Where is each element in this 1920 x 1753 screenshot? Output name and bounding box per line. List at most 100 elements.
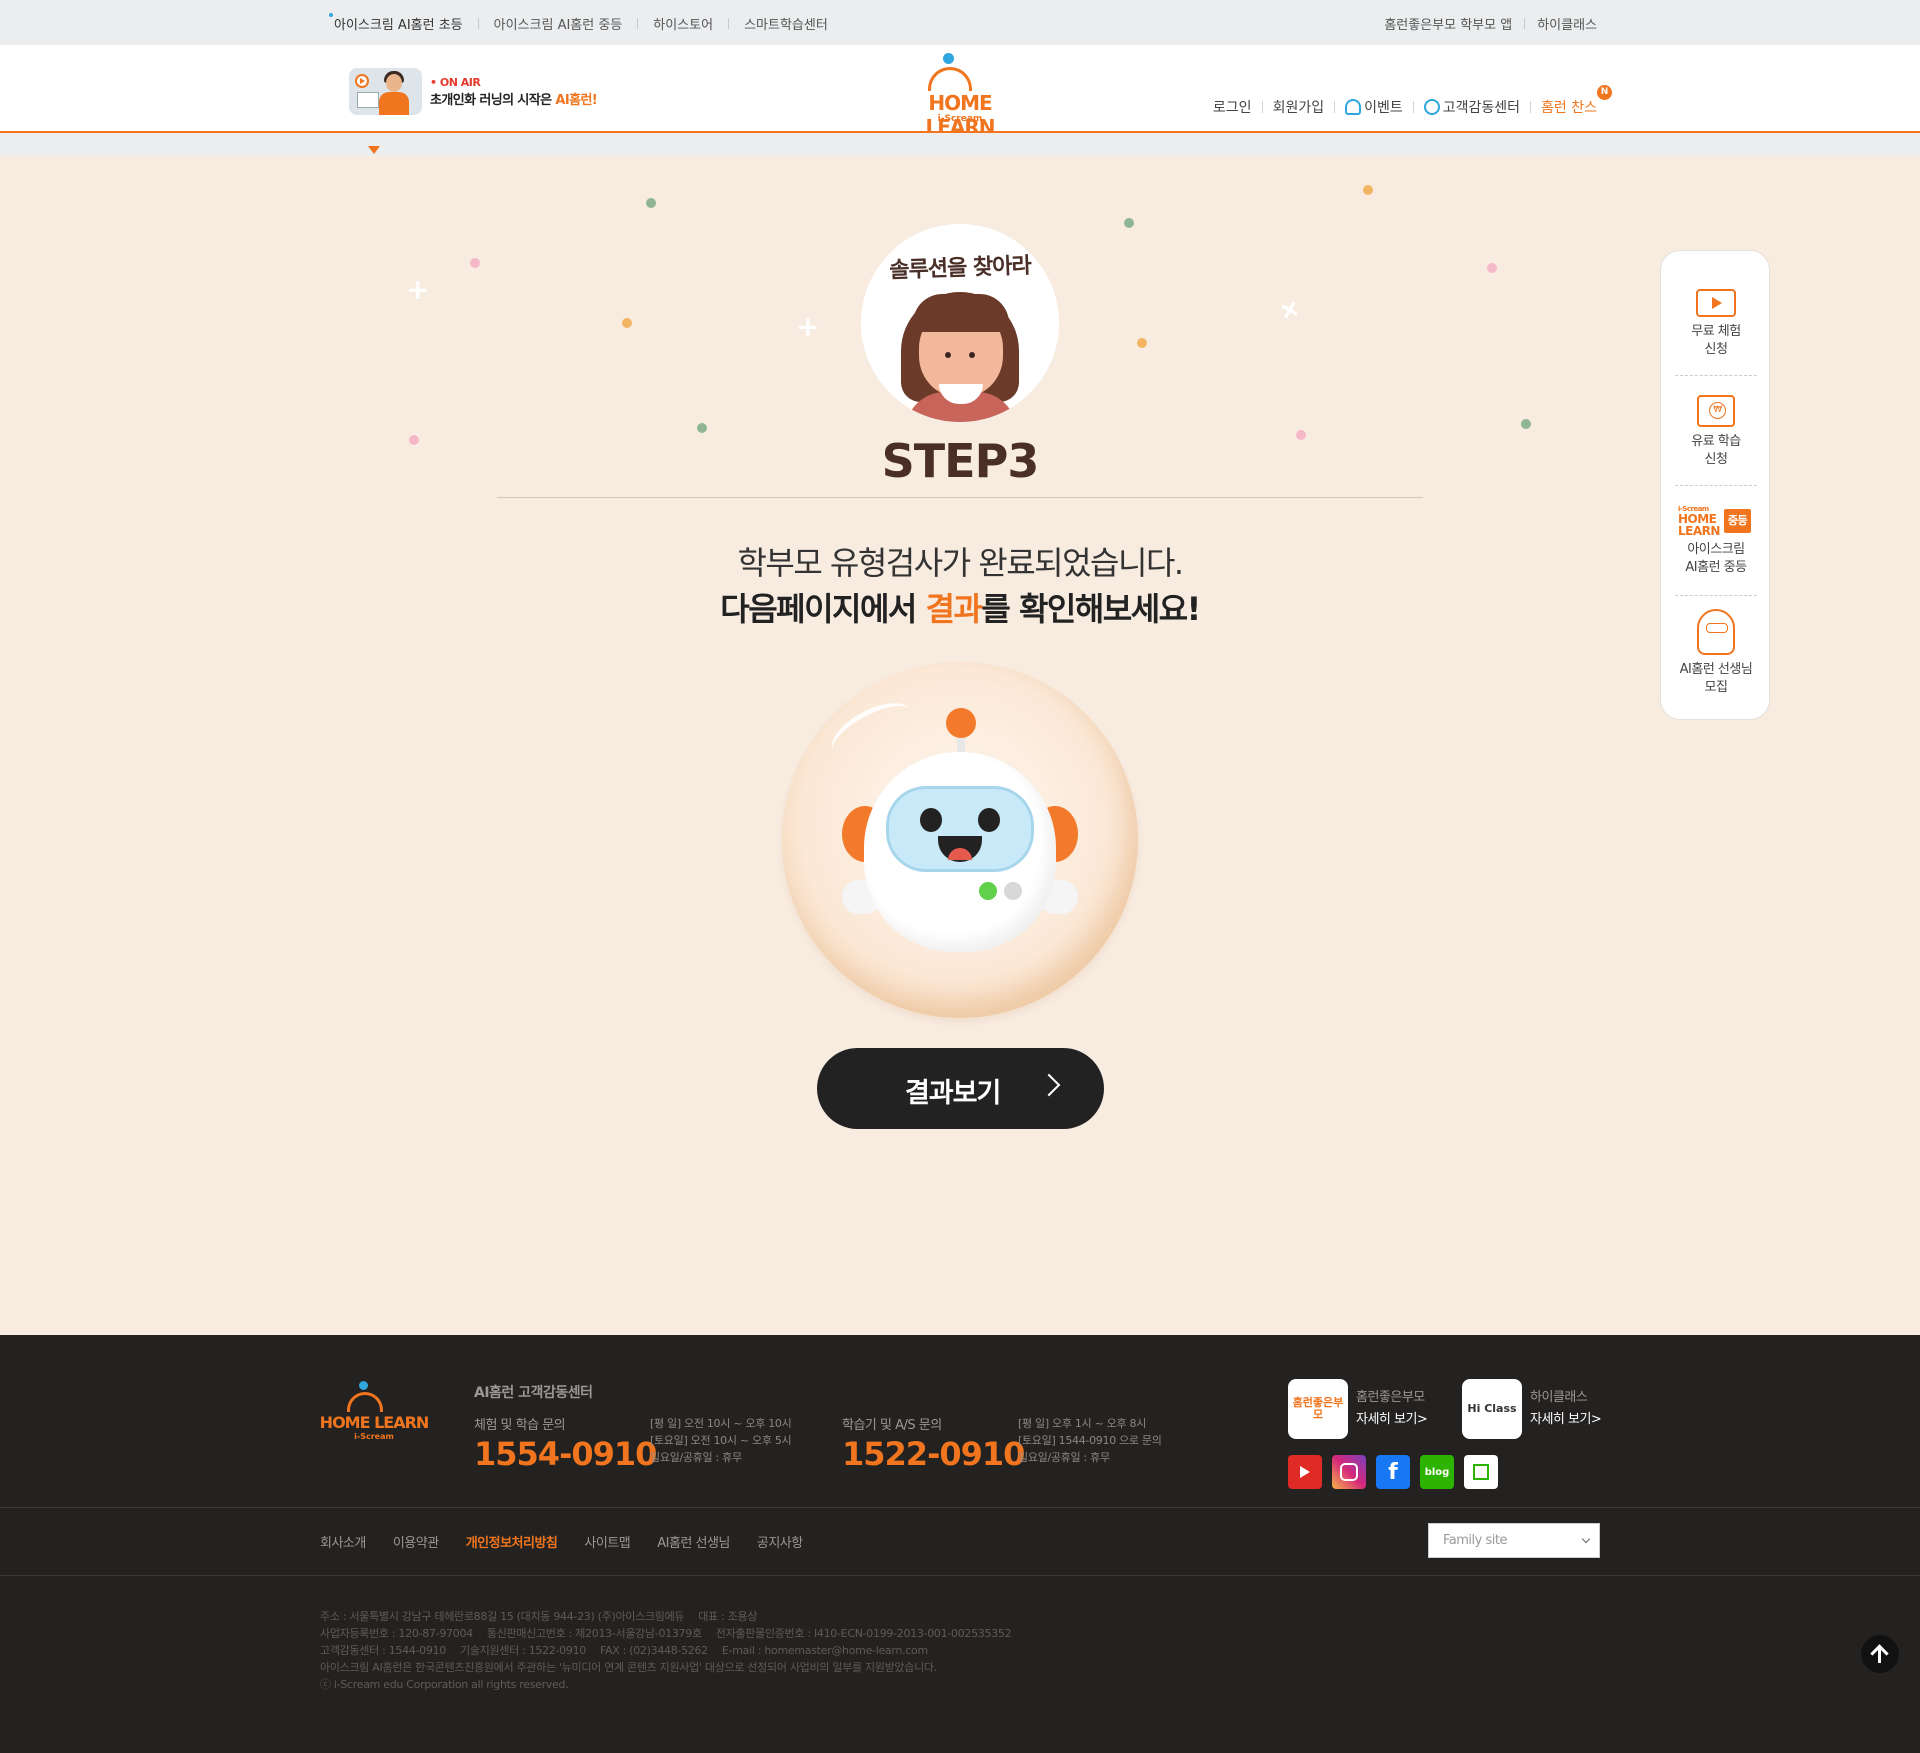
wallet-icon (1697, 395, 1735, 427)
quick-teacher-recruit[interactable]: AI홈런 선생님 모집 (1675, 609, 1757, 696)
divider (1412, 101, 1414, 113)
quick-paid-study-line2: 신청 (1704, 451, 1728, 467)
hiclass-app-icon: Hi Class (1462, 1379, 1522, 1439)
footer-link-teacher[interactable]: AI홈런 선생님 (657, 1532, 730, 1551)
top-utility-bar: 아이스크림 AI홈런 초등 아이스크림 AI홈런 중등 하이스토어 스마트학습센… (0, 0, 1920, 45)
youtube-icon[interactable] (1288, 1455, 1322, 1489)
divider (637, 18, 639, 29)
copyright: ⓒ i-Scream edu Corporation all rights re… (320, 1678, 569, 1691)
service-links: 아이스크림 AI홈런 초등 아이스크림 AI홈런 중등 하이스토어 스마트학습센… (329, 13, 828, 33)
on-air-slogan: 초개인화 러닝의 시작은 AI홈런! (430, 89, 598, 108)
footer-divider (0, 1507, 1920, 1508)
logo-antenna-icon (943, 53, 954, 64)
chevron-right-icon (1037, 1073, 1061, 1097)
slogan-highlight: AI홈런! (555, 92, 598, 108)
certification-number: 전자출판물인증번호 : I410-ECN-0199-2013-001-00253… (715, 1627, 1012, 1640)
signup-link[interactable]: 회원가입 (1273, 97, 1325, 117)
event-label: 이벤트 (1364, 100, 1403, 116)
homerun-chance-link[interactable]: 홈런 찬스 N (1541, 85, 1612, 117)
confetti-decoration (622, 318, 632, 328)
naver-post-icon[interactable] (1464, 1455, 1498, 1489)
fax: FAX : (02)3448-5262 (599, 1644, 708, 1657)
parent-app-link[interactable]: 홈런좋은부모 홈런좋은부모 자세히 보기> (1288, 1379, 1428, 1439)
support-link[interactable]: 고객감동센터 (1423, 97, 1521, 117)
footer-link-notice[interactable]: 공지사항 (757, 1532, 803, 1551)
company-info: 주소 : 서울특별시 강남구 테헤란로88길 15 (대치동 944-23) (… (320, 1608, 1012, 1693)
quick-middle-line1: 아이스크림 (1687, 542, 1745, 557)
confetti-decoration (1487, 263, 1497, 273)
as-inquiry-label: 학습기 및 A/S 문의 (842, 1418, 942, 1433)
quick-middle-school[interactable]: i-Scream HOME LEARN 중등 아이스크림 AI홈런 중등 (1675, 505, 1757, 576)
footer-divider (0, 1575, 1920, 1576)
robot-led-gray (1004, 882, 1022, 900)
confetti-decoration (1124, 218, 1134, 228)
quick-free-trial[interactable]: 무료 체험 신청 (1675, 289, 1757, 358)
as-hours-weekday: [평 일] 오후 1시 ~ 오후 8시 (1018, 1417, 1147, 1430)
robot-eye (978, 808, 1000, 832)
middle-logo-tag: 중등 (1723, 508, 1752, 534)
footer-link-terms[interactable]: 이용약관 (393, 1532, 439, 1551)
parent-app-more: 자세히 보기> (1356, 1412, 1428, 1427)
quick-teacher-line1: AI홈런 선생님 (1679, 662, 1753, 677)
view-result-button[interactable]: 결과보기 (817, 1048, 1104, 1129)
event-link[interactable]: 이벤트 (1345, 97, 1403, 117)
login-link[interactable]: 로그인 (1213, 97, 1252, 117)
link-ai-homelearn-elementary[interactable]: 아이스크림 AI홈런 초등 (329, 13, 463, 33)
footer-logo[interactable]: HOME LEARN i-Scream (319, 1381, 429, 1443)
robot-eye (920, 808, 942, 832)
link-parent-app[interactable]: 홈런좋은부모 학부모 앱 (1384, 14, 1512, 33)
message-suffix: 를 확인해보세요! (981, 590, 1201, 628)
sparkle-decoration: + (406, 273, 430, 306)
company-ceo: 대표 : 조용상 (698, 1610, 758, 1623)
footer-link-company[interactable]: 회사소개 (320, 1532, 366, 1551)
home-learn-logo[interactable]: HOME LEARN i-Scream (895, 53, 1025, 139)
site-footer: HOME LEARN i-Scream AI홈런 고객감동센터 체험 및 학습 … (0, 1335, 1920, 1753)
quick-paid-study[interactable]: 유료 학습 신청 (1675, 395, 1757, 468)
blog-icon[interactable]: blog (1420, 1455, 1454, 1489)
parent-app-name: 홈런좋은부모 (1356, 1390, 1425, 1405)
divider (1334, 101, 1336, 113)
footer-nav: 회사소개 이용약관 개인정보처리방침 사이트맵 AI홈런 선생님 공지사항 (320, 1532, 830, 1551)
support-label: 고객감동센터 (1442, 100, 1521, 116)
divider (1675, 595, 1757, 596)
quick-paid-study-line1: 유료 학습 (1691, 434, 1741, 449)
as-phone-number[interactable]: 1522-0910 (842, 1435, 1025, 1473)
link-hiclass[interactable]: 하이클래스 (1537, 14, 1597, 33)
sparkle-decoration: + (1271, 289, 1309, 330)
footer-link-privacy[interactable]: 개인정보처리방침 (466, 1532, 558, 1551)
step-character-badge: 솔루션을 찾아라 (861, 224, 1059, 422)
logo-sub: i-Scream (937, 114, 983, 124)
youtube-play-glyph (1300, 1466, 1310, 1478)
link-ai-homelearn-middle[interactable]: 아이스크림 AI홈런 중등 (494, 14, 623, 33)
post-glyph (1473, 1464, 1489, 1480)
instagram-icon[interactable] (1332, 1455, 1366, 1489)
bubble-shine (823, 691, 921, 771)
footer-link-sitemap[interactable]: 사이트맵 (584, 1532, 630, 1551)
family-site-select[interactable]: Family site (1428, 1523, 1600, 1558)
monitor-icon (357, 92, 379, 108)
quick-middle-line2: AI홈런 중등 (1685, 559, 1747, 575)
logo-antenna-icon (359, 1381, 368, 1390)
divider (477, 18, 479, 29)
link-histore[interactable]: 하이스토어 (653, 14, 713, 33)
divider (1530, 101, 1532, 113)
logo-arc-icon (928, 67, 972, 91)
middle-school-logo-icon: i-Scream HOME LEARN 중등 (1678, 505, 1754, 537)
link-smart-learning-center[interactable]: 스마트학습센터 (744, 14, 828, 33)
as-inquiry: 학습기 및 A/S 문의 1522-0910 (842, 1414, 1025, 1473)
step-label: STEP3 (881, 434, 1040, 488)
as-hours-saturday: [토요일] 1544-0910 으로 문의 (1018, 1434, 1162, 1447)
trial-inquiry: 체험 및 학습 문의 1554-0910 (474, 1414, 657, 1473)
message-prefix: 다음페이지에서 (720, 590, 926, 628)
sub-bar (0, 133, 1920, 156)
family-site-label: Family site (1443, 1533, 1507, 1548)
hiclass-app-link[interactable]: Hi Class 하이클래스 자세히 보기> (1462, 1379, 1602, 1439)
divider (1675, 375, 1757, 376)
logo-arc-icon (347, 1392, 383, 1412)
on-air-banner[interactable]: • ON AIR 초개인화 러닝의 시작은 AI홈런! (349, 68, 598, 115)
divider (728, 18, 730, 29)
facebook-icon[interactable]: f (1376, 1455, 1410, 1489)
view-result-label: 결과보기 (905, 1078, 1001, 1109)
scroll-to-top-button[interactable] (1861, 1635, 1899, 1673)
trial-phone-number[interactable]: 1554-0910 (474, 1435, 657, 1473)
